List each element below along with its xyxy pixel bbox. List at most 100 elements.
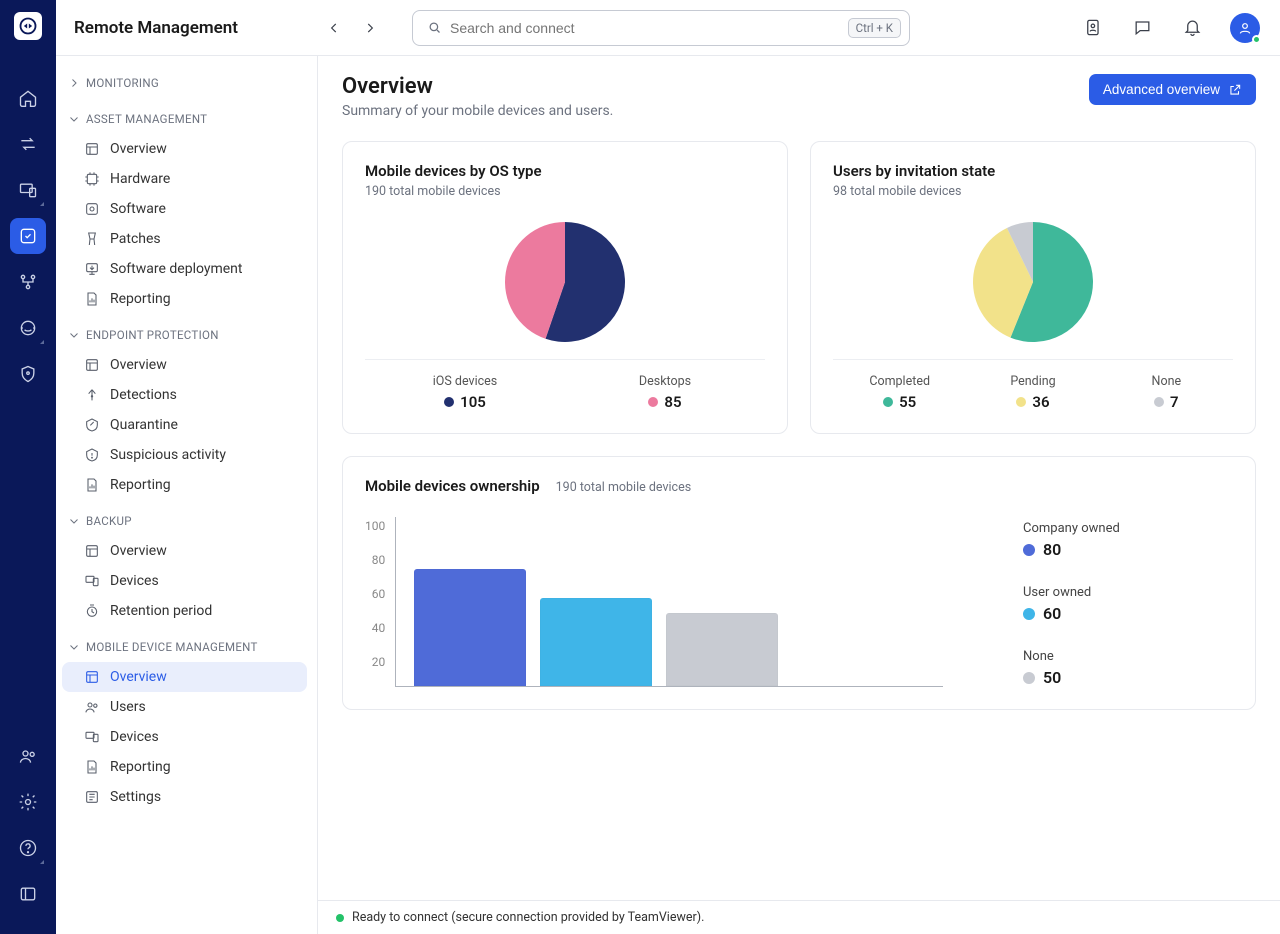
legend-item: None 7 [1100,374,1233,411]
sidebar-group-backup[interactable]: BACKUP [62,506,307,536]
sidebar-group-mobile device management[interactable]: MOBILE DEVICE MANAGEMENT [62,632,307,662]
user-avatar[interactable] [1230,13,1260,43]
legend-value: 105 [460,393,486,411]
legend-label: None [1152,374,1182,389]
nav-back-button[interactable] [322,16,346,40]
sidebar-item-icon [84,759,100,775]
sidebar-item-devices[interactable]: Devices [62,566,307,596]
legend-item: Company owned 80 [1023,521,1233,559]
sidebar-item-label: Retention period [110,603,212,619]
sidebar-item-icon [84,729,100,745]
sidebar-item-settings[interactable]: Settings [62,782,307,812]
sidebar-item-label: Devices [110,573,159,589]
legend-label: Desktops [639,374,691,389]
sidebar-item-icon [84,669,100,685]
sidebar: MONITORING ASSET MANAGEMENTOverviewHardw… [56,56,318,934]
sidebar-item-label: Detections [110,387,177,403]
rail-remote-management-icon[interactable] [10,218,46,254]
legend-value: 7 [1170,393,1179,411]
sidebar-item-label: Overview [110,543,167,559]
rail-transfer-icon[interactable] [10,126,46,162]
rail-support-icon[interactable] [10,310,46,346]
sidebar-item-devices[interactable]: Devices [62,722,307,752]
search-input[interactable] [450,20,848,36]
bar [540,598,652,686]
legend-item: None 50 [1023,649,1233,687]
legend-value: 80 [1043,540,1061,559]
legend-swatch-icon [648,397,658,407]
sidebar-item-patches[interactable]: Patches [62,224,307,254]
sidebar-item-icon [84,573,100,589]
sidebar-item-quarantine[interactable]: Quarantine [62,410,307,440]
sidebar-item-icon [84,699,100,715]
sidebar-item-label: Suspicious activity [110,447,226,463]
sidebar-item-icon [84,387,100,403]
card-os-type: Mobile devices by OS type 190 total mobi… [342,141,788,434]
card-title: Mobile devices by OS type [365,162,765,180]
rail-settings-icon[interactable] [10,784,46,820]
sidebar-item-overview[interactable]: Overview [62,134,307,164]
rail-collapse-icon[interactable] [10,876,46,912]
contacts-icon[interactable] [1080,16,1104,40]
card-title: Users by invitation state [833,162,1233,180]
sidebar-item-icon [84,231,100,247]
sidebar-group-label: ENDPOINT PROTECTION [86,328,219,342]
nav-forward-button[interactable] [358,16,382,40]
rail-help-icon[interactable] [10,830,46,866]
legend-value: 60 [1043,604,1061,623]
legend-value: 55 [899,393,916,411]
sidebar-item-hardware[interactable]: Hardware [62,164,307,194]
sidebar-item-users[interactable]: Users [62,692,307,722]
sidebar-item-retention-period[interactable]: Retention period [62,596,307,626]
advanced-overview-label: Advanced overview [1103,82,1220,97]
search-box[interactable]: Ctrl + K [412,10,910,46]
sidebar-item-detections[interactable]: Detections [62,380,307,410]
chat-icon[interactable] [1130,16,1154,40]
pie-chart-invitation [972,221,1094,343]
legend-label: Company owned [1023,521,1233,536]
advanced-overview-button[interactable]: Advanced overview [1089,74,1256,105]
y-tick: 100 [365,519,385,533]
y-tick: 40 [372,621,386,635]
sidebar-group-asset management[interactable]: ASSET MANAGEMENT [62,104,307,134]
page-title: Overview [342,74,613,99]
chevron-icon [68,113,80,125]
sidebar-group-label: MOBILE DEVICE MANAGEMENT [86,640,258,654]
pie-chart-os [504,221,626,343]
sidebar-group-monitoring[interactable]: MONITORING [62,68,307,98]
sidebar-item-label: Reporting [110,759,171,775]
sidebar-item-reporting[interactable]: Reporting [62,284,307,314]
legend-item: iOS devices 105 [365,374,565,411]
sidebar-group-endpoint protection[interactable]: ENDPOINT PROTECTION [62,320,307,350]
sidebar-item-suspicious-activity[interactable]: Suspicious activity [62,440,307,470]
sidebar-group-label: ASSET MANAGEMENT [86,112,207,126]
card-title: Mobile devices ownership [365,477,540,495]
user-icon [1237,20,1253,36]
notifications-icon[interactable] [1180,16,1204,40]
rail-shield-icon[interactable] [10,356,46,392]
sidebar-item-icon [84,291,100,307]
sidebar-item-icon [84,261,100,277]
rail-home-icon[interactable] [10,80,46,116]
sidebar-item-overview[interactable]: Overview [62,536,307,566]
legend-swatch-icon [1023,544,1035,556]
chevron-icon [68,77,80,89]
sidebar-item-overview[interactable]: Overview [62,350,307,380]
rail-workflows-icon[interactable] [10,264,46,300]
sidebar-item-software-deployment[interactable]: Software deployment [62,254,307,284]
rail-devices-icon[interactable] [10,172,46,208]
sidebar-item-icon [84,201,100,217]
app-title: Remote Management [74,18,238,38]
sidebar-item-overview[interactable]: Overview [62,662,307,692]
sidebar-item-reporting[interactable]: Reporting [62,752,307,782]
sidebar-item-reporting[interactable]: Reporting [62,470,307,500]
status-text: Ready to connect (secure connection prov… [352,910,704,925]
sidebar-item-software[interactable]: Software [62,194,307,224]
legend-swatch-icon [1154,397,1164,407]
presence-dot-icon [1252,35,1261,44]
sidebar-item-icon [84,603,100,619]
page-subtitle: Summary of your mobile devices and users… [342,103,613,119]
rail-team-icon[interactable] [10,738,46,774]
legend-label: Pending [1010,374,1055,389]
chevron-icon [68,329,80,341]
